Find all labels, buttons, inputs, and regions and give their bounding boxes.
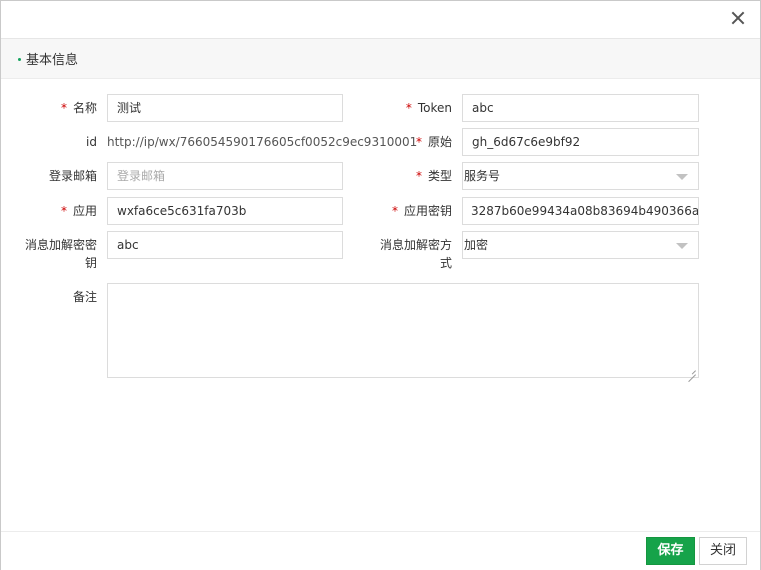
section-dot-icon: [18, 58, 21, 61]
type-select[interactable]: 服务号: [462, 162, 699, 190]
required-mark: *: [405, 101, 412, 115]
required-mark: *: [415, 135, 422, 149]
login-email-label: 登录邮箱: [48, 169, 97, 183]
id-value: http://ip/wx/766054590176605cf0052c9ec93…: [107, 135, 418, 149]
app-label: * 应用: [60, 204, 97, 218]
msg-mode-select-value: 加密: [464, 238, 489, 252]
save-button[interactable]: 保存: [646, 537, 695, 565]
dialog: 基本信息 * 名称 测试 * Token abc id http://ip/wx/7…: [0, 0, 761, 570]
section-title: 基本信息: [26, 53, 79, 68]
original-label: * 原始: [415, 135, 452, 149]
msg-key-label: 消息加解密密 钥: [24, 238, 97, 270]
type-select-value: 服务号: [464, 169, 501, 183]
required-mark: *: [415, 169, 422, 183]
close-button[interactable]: 关闭: [699, 537, 747, 565]
original-input[interactable]: gh_6d67c6e9bf92: [462, 128, 699, 156]
type-label: * 类型: [415, 169, 452, 183]
chevron-down-icon: [676, 243, 688, 249]
close-icon[interactable]: [730, 10, 746, 26]
resize-handle-icon[interactable]: [688, 367, 696, 375]
login-email-input[interactable]: 登录邮箱: [107, 162, 343, 190]
token-input[interactable]: abc: [462, 94, 699, 122]
required-mark: *: [391, 204, 398, 218]
name-label: * 名称: [60, 101, 97, 115]
msg-mode-select[interactable]: 加密: [462, 231, 699, 259]
name-input[interactable]: 测试: [107, 94, 343, 122]
token-label: * Token: [405, 101, 452, 115]
dialog-header: [1, 1, 760, 39]
msg-key-input[interactable]: abc: [107, 231, 343, 259]
id-label: id: [86, 135, 97, 149]
app-input[interactable]: wxfa6ce5c631fa703b: [107, 197, 343, 225]
required-mark: *: [60, 101, 67, 115]
remark-textarea[interactable]: [107, 283, 699, 378]
app-secret-label: * 应用密钥: [391, 204, 452, 218]
remark-label: 备注: [72, 290, 97, 304]
required-mark: *: [60, 204, 67, 218]
app-secret-input[interactable]: 3287b60e99434a08b83694b490366a0b: [462, 197, 699, 225]
msg-mode-label: 消息加解密方 式: [379, 238, 452, 270]
dialog-footer: 保存 关闭: [1, 531, 760, 570]
chevron-down-icon: [676, 174, 688, 180]
section-header: 基本信息: [1, 39, 760, 79]
